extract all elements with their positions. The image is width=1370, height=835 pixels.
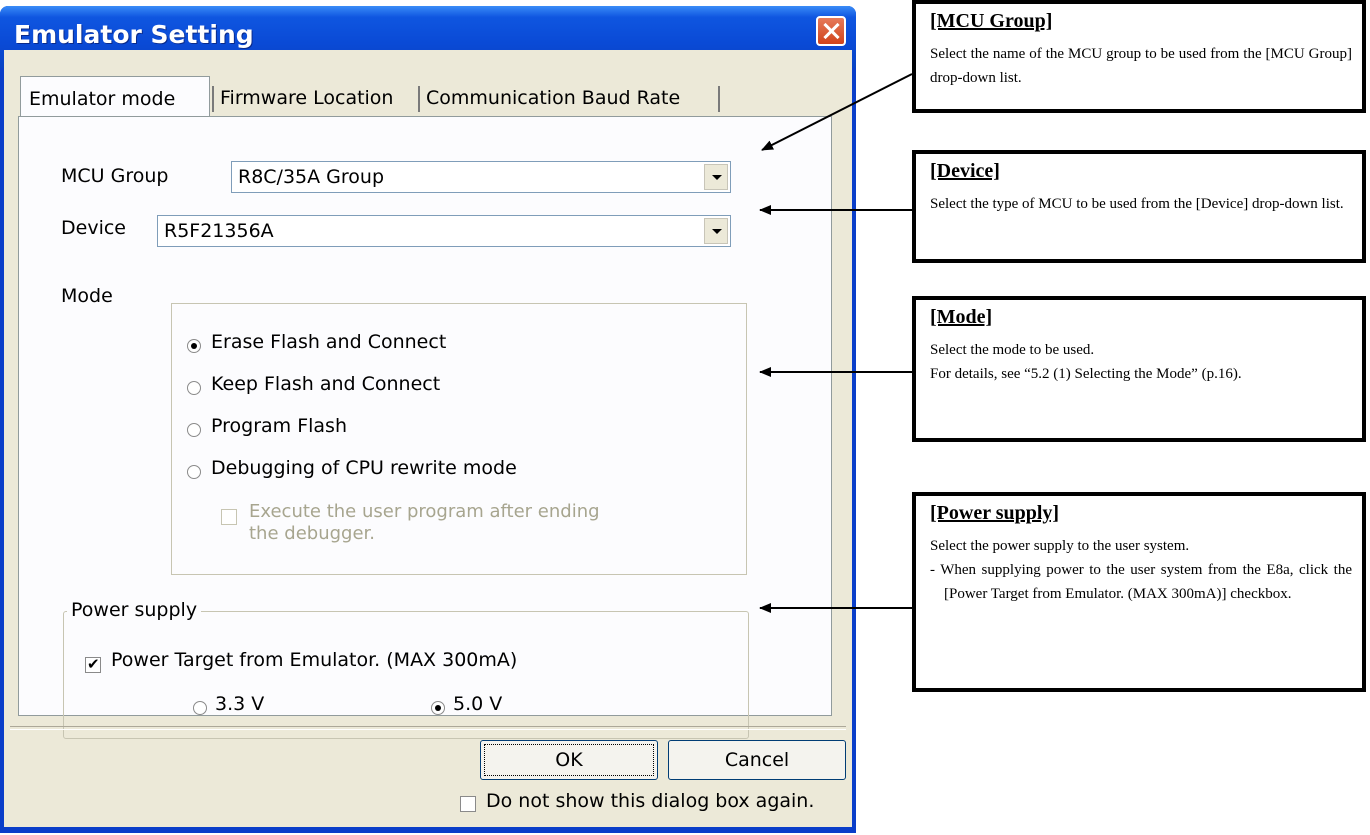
callout-arrows bbox=[759, 73, 913, 613]
arrow-mcu-group bbox=[761, 73, 913, 151]
